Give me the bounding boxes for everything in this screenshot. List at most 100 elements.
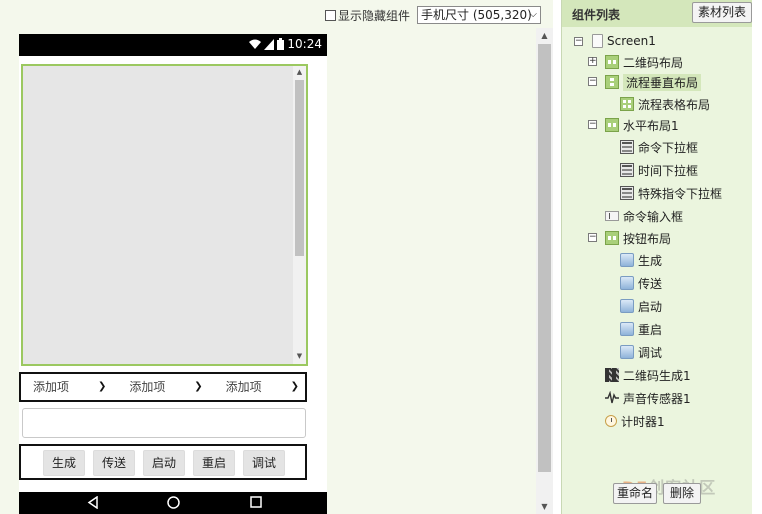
status-time: 10:24 <box>287 37 322 51</box>
horizontal-layout-icon <box>605 55 619 69</box>
tree-item-qr-layout[interactable]: 二维码布局 <box>605 53 683 71</box>
viewer-toolbar: 显示隐藏组件 手机尺寸 (505,320) ⌵ <box>0 0 553 28</box>
tree-item-generate[interactable]: 生成 <box>620 251 662 269</box>
phone-status-bar: 10:24 <box>19 34 327 56</box>
collapse-toggle-icon[interactable]: − <box>588 120 597 129</box>
special-command-dropdown[interactable]: 添加项 ❯ <box>215 376 303 398</box>
tree-item-label: 流程表格布局 <box>638 97 711 112</box>
tree-item-qr-generator-1[interactable]: 二维码生成1 <box>605 366 691 384</box>
tree-item-debug[interactable]: 调试 <box>620 343 662 361</box>
pane-splitter[interactable] <box>553 0 561 514</box>
chevron-down-icon: ❯ <box>97 381 107 392</box>
tree-item-label: 水平布局1 <box>623 118 679 133</box>
battery-icon <box>277 38 285 50</box>
tree-item-start[interactable]: 启动 <box>620 297 662 315</box>
tree-item-label-selected: 流程垂直布局 <box>623 73 702 91</box>
time-dropdown[interactable]: 添加项 ❯ <box>119 376 207 398</box>
chevron-down-icon: ❯ <box>290 381 299 392</box>
spinner-icon <box>620 186 634 200</box>
tree-item-flow-vertical-layout[interactable]: 流程垂直布局 <box>605 73 702 91</box>
scroll-thumb[interactable] <box>295 80 304 256</box>
tree-item-horizontal-layout-1[interactable]: 水平布局1 <box>605 116 679 134</box>
expand-toggle-icon[interactable]: + <box>588 57 597 66</box>
assets-button[interactable]: 素材列表 <box>692 2 752 23</box>
dropdown-label: 添加项 <box>33 380 70 394</box>
button-icon <box>620 322 634 336</box>
signal-icon <box>264 38 275 50</box>
scroll-up-arrow-icon[interactable]: ▲ <box>536 31 553 40</box>
command-input[interactable] <box>22 408 306 438</box>
button-layout[interactable]: 生成 传送 启动 重启 调试 <box>19 444 307 480</box>
tree-item-label: 按钮布局 <box>623 231 672 246</box>
dropdown-label: 添加项 <box>225 380 262 394</box>
scroll-down-arrow-icon[interactable]: ▼ <box>536 502 553 511</box>
tree-item-label: 传送 <box>638 276 663 291</box>
tree-item-flow-table-layout[interactable]: 流程表格布局 <box>620 95 710 113</box>
screen1-canvas[interactable]: ▲ ▼ 添加项 ❯ 添加项 ❯ 添加项 ❯ 生成 传送 启动 重启 调试 <box>19 56 327 492</box>
checkbox-box[interactable] <box>325 10 336 21</box>
textbox-icon <box>605 211 619 221</box>
delete-button[interactable]: 删除 <box>663 483 701 504</box>
debug-button[interactable]: 调试 <box>243 450 285 476</box>
spinner-icon <box>620 140 634 154</box>
tree-item-label: 启动 <box>638 299 663 314</box>
tree-item-label: Screen1 <box>607 34 656 48</box>
collapse-toggle-icon[interactable]: − <box>588 77 597 86</box>
dropdown-label: 添加项 <box>129 380 166 394</box>
tree-item-label: 命令下拉框 <box>638 140 699 155</box>
tree-item-label: 生成 <box>638 253 663 268</box>
generate-button[interactable]: 生成 <box>43 450 85 476</box>
tree-item-command-dropdown[interactable]: 命令下拉框 <box>620 138 698 156</box>
qr-code-icon <box>605 368 619 382</box>
layout-scrollbar[interactable]: ▲ ▼ <box>293 66 306 364</box>
tree-item-label: 命令输入框 <box>623 209 684 224</box>
send-button[interactable]: 传送 <box>93 450 135 476</box>
restart-button[interactable]: 重启 <box>193 450 235 476</box>
chevron-down-icon: ❯ <box>194 381 203 392</box>
tree-item-button-layout[interactable]: 按钮布局 <box>605 229 671 247</box>
tree-item-command-input[interactable]: 命令输入框 <box>605 207 683 225</box>
scroll-down-arrow-icon[interactable]: ▼ <box>295 352 304 362</box>
tree-item-screen1[interactable]: Screen1 <box>592 32 656 50</box>
tree-item-clock-1[interactable]: 计时器1 <box>605 412 665 430</box>
tree-item-label: 重启 <box>638 322 663 337</box>
recents-icon <box>250 496 262 508</box>
scroll-thumb[interactable] <box>538 44 551 472</box>
tree-item-sound-sensor-1[interactable]: 声音传感器1 <box>605 389 691 407</box>
horizontal-layout-icon <box>605 118 619 132</box>
tree-item-label: 二维码生成1 <box>623 368 691 383</box>
spinner-icon <box>620 163 634 177</box>
collapse-toggle-icon[interactable]: − <box>574 37 583 46</box>
tree-item-label: 时间下拉框 <box>638 163 699 178</box>
tree-item-label: 特殊指令下拉框 <box>638 186 723 201</box>
collapse-toggle-icon[interactable]: − <box>588 233 597 242</box>
tree-item-label: 二维码布局 <box>623 55 684 70</box>
tree-item-special-command-dropdown[interactable]: 特殊指令下拉框 <box>620 184 722 202</box>
components-title: 组件列表 <box>572 8 621 22</box>
command-dropdown[interactable]: 添加项 ❯ <box>23 376 111 398</box>
horizontal-layout-icon <box>605 231 619 245</box>
tree-item-label: 计时器1 <box>621 414 665 429</box>
back-icon <box>87 496 98 509</box>
viewer-scrollbar[interactable]: ▲ ▼ <box>536 28 553 514</box>
horizontal-layout-1[interactable]: 添加项 ❯ 添加项 ❯ 添加项 ❯ <box>19 372 307 402</box>
scroll-up-arrow-icon[interactable]: ▲ <box>295 68 304 78</box>
start-button[interactable]: 启动 <box>143 450 185 476</box>
phone-preview: 10:24 ▲ ▼ 添加项 ❯ 添加项 ❯ 添加项 ❯ 生成 传送 启动 重启 … <box>19 34 327 514</box>
chevron-down-icon: ⌵ <box>529 9 537 20</box>
tree-item-restart[interactable]: 重启 <box>620 320 662 338</box>
wifi-icon <box>249 39 262 49</box>
sound-sensor-icon <box>605 391 619 404</box>
right-edge <box>752 0 762 514</box>
rename-button[interactable]: 重命名 <box>613 483 657 504</box>
phone-size-select[interactable]: 手机尺寸 (505,320) ⌵ <box>417 6 541 24</box>
tree-item-time-dropdown[interactable]: 时间下拉框 <box>620 161 698 179</box>
flow-vertical-layout[interactable]: ▲ ▼ <box>21 64 308 366</box>
screen-icon <box>592 34 603 48</box>
button-icon <box>620 253 634 267</box>
show-hidden-components-checkbox[interactable]: 显示隐藏组件 <box>325 7 410 24</box>
phone-nav-bar <box>19 492 327 514</box>
components-panel: 组件列表 素材列表 − Screen1 + 二维码布局 − 流程垂直布局 流程表… <box>561 0 753 514</box>
home-icon <box>167 496 180 509</box>
tree-item-send[interactable]: 传送 <box>620 274 662 292</box>
